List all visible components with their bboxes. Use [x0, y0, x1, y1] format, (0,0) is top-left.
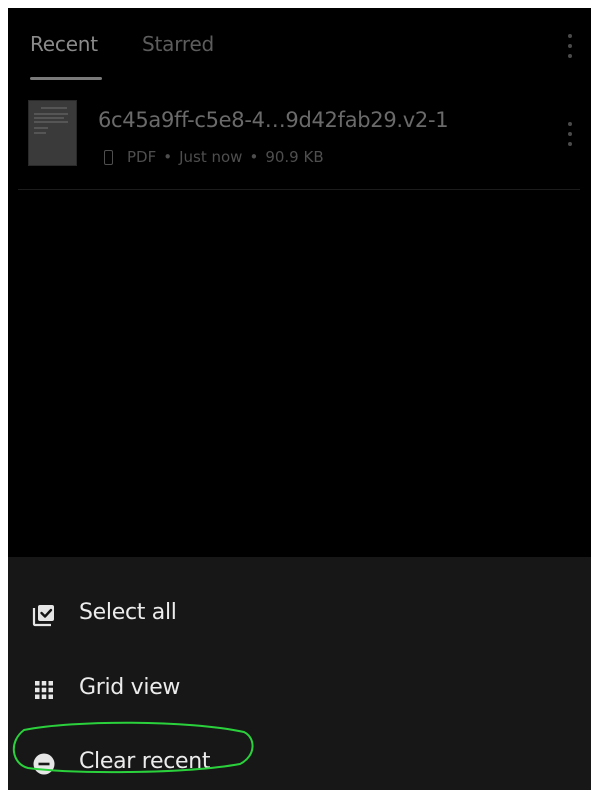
tab-starred[interactable]: Starred — [142, 32, 214, 56]
file-list-item[interactable]: 6c45a9ff-c5e8-4…9d42fab29.v2-1 PDF • Jus… — [8, 96, 591, 192]
file-meta: PDF • Just now • 90.9 KB — [104, 148, 324, 166]
clear-recent-button[interactable]: Clear recent — [8, 734, 591, 790]
divider — [18, 189, 580, 190]
meta-separator: • — [249, 148, 259, 166]
more-vertical-icon[interactable] — [560, 28, 580, 64]
bottom-sheet-menu: Select all Grid view Clear recent — [8, 557, 591, 790]
device-icon — [104, 149, 113, 165]
tab-bar: Recent Starred — [8, 8, 591, 86]
select-all-icon — [32, 605, 54, 627]
grid-icon — [35, 681, 53, 699]
select-all-label: Select all — [79, 600, 177, 625]
grid-view-button[interactable]: Grid view — [8, 660, 591, 720]
file-type: PDF — [127, 148, 157, 166]
remove-circle-icon — [33, 753, 55, 775]
clear-recent-label: Clear recent — [79, 749, 211, 774]
select-all-button[interactable]: Select all — [8, 585, 591, 645]
tab-recent[interactable]: Recent — [30, 32, 98, 56]
file-name: 6c45a9ff-c5e8-4…9d42fab29.v2-1 — [98, 108, 449, 132]
grid-view-label: Grid view — [79, 675, 181, 700]
pdf-thumbnail — [28, 100, 77, 166]
file-size: 90.9 KB — [265, 148, 324, 166]
file-modified: Just now — [179, 148, 243, 166]
active-tab-indicator — [30, 77, 102, 80]
more-vertical-icon[interactable] — [560, 116, 580, 152]
meta-separator: • — [163, 148, 173, 166]
app-screen: Recent Starred 6c45a9ff-c5e8-4…9d42fab29… — [8, 8, 591, 790]
